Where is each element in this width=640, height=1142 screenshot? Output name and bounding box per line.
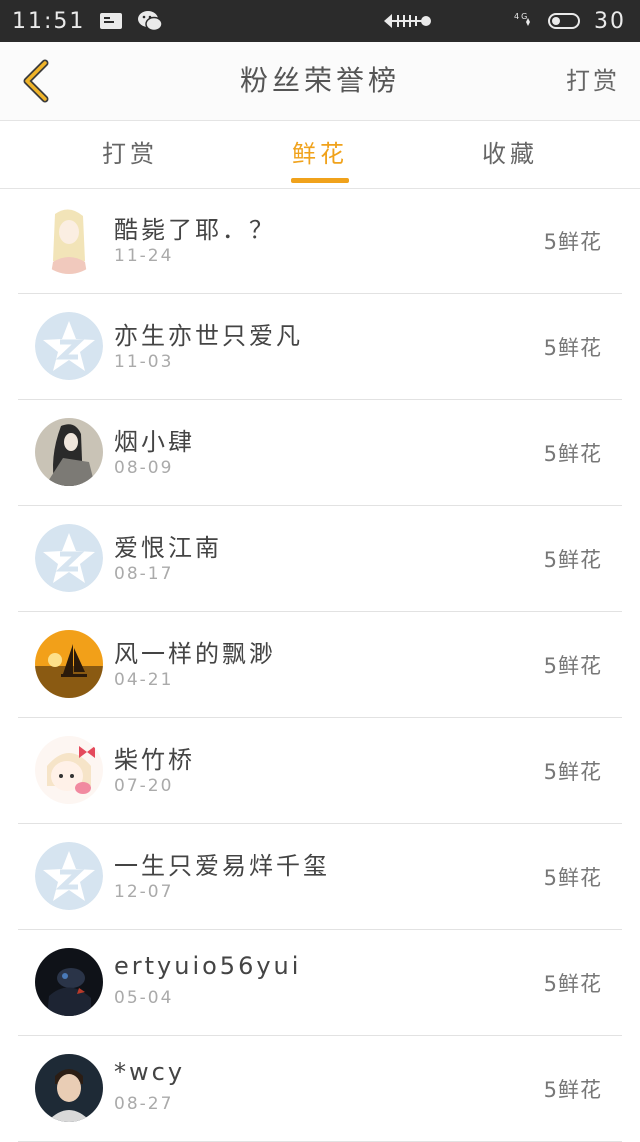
fan-date: 08-09 — [114, 458, 174, 478]
cartoon-girl-avatar — [35, 736, 103, 804]
fan-name: ertyuio56yui — [114, 952, 302, 980]
anime-girl-avatar — [35, 206, 103, 274]
fan-row[interactable]: 亦生亦世只爱凡 11-03 5鲜花 — [18, 294, 622, 400]
fan-name: *wcy — [114, 1058, 186, 1086]
flower-count: 5鲜花 — [543, 972, 602, 996]
fan-row[interactable]: ertyuio56yui 05-04 5鲜花 — [18, 930, 622, 1036]
sunset-boat-avatar — [35, 630, 103, 698]
default-avatar — [35, 524, 103, 592]
fan-name: 亦生亦世只爱凡 — [114, 322, 303, 350]
fan-date: 11-03 — [114, 352, 174, 372]
page-title: 粉丝荣誉榜 — [239, 64, 400, 97]
fan-list: 酷毙了耶．？ 11-24 5鲜花 亦生亦世只爱凡 11-03 5鲜花 烟小肆 0… — [0, 188, 640, 1142]
fan-date: 08-27 — [114, 1094, 174, 1114]
default-avatar — [35, 312, 103, 380]
header-bar: 粉丝荣誉榜 打赏 — [0, 42, 640, 121]
reward-button[interactable]: 打赏 — [566, 42, 620, 120]
fan-date: 05-04 — [114, 988, 174, 1008]
moon-icon — [446, 10, 486, 32]
fan-name: 爱恨江南 — [114, 534, 222, 562]
fan-date: 08-17 — [114, 564, 174, 584]
fan-row[interactable]: *wcy 08-27 5鲜花 — [18, 1036, 622, 1142]
fan-name: 酷毙了耶．？ — [114, 216, 276, 244]
fan-date: 12-07 — [114, 882, 174, 902]
sim-card-icon — [99, 12, 123, 30]
flower-count: 5鲜花 — [543, 654, 602, 678]
wechat-icon — [137, 10, 164, 32]
portrait-avatar — [35, 1054, 103, 1122]
fan-row[interactable]: 爱恨江南 08-17 5鲜花 — [18, 506, 622, 612]
flower-count: 5鲜花 — [543, 760, 602, 784]
tab-favorites[interactable]: 收藏 — [430, 121, 590, 188]
default-avatar — [35, 842, 103, 910]
status-bar: 11:51 4G 30 — [0, 0, 640, 42]
fan-row[interactable]: 柴竹桥 07-20 5鲜花 — [18, 718, 622, 824]
fan-name: 一生只爱易烊千玺 — [114, 852, 330, 880]
fan-date: 04-21 — [114, 670, 174, 690]
fan-name: 烟小肆 — [114, 428, 195, 456]
dark-scene-avatar — [35, 948, 103, 1016]
flower-count: 5鲜花 — [543, 866, 602, 890]
battery-level: 30 — [594, 8, 626, 34]
battery-icon — [548, 13, 580, 29]
active-tab-indicator — [291, 178, 349, 183]
fan-row[interactable]: 风一样的飘渺 04-21 5鲜花 — [18, 612, 622, 718]
tab-reward[interactable]: 打赏 — [50, 121, 210, 188]
flower-count: 5鲜花 — [543, 336, 602, 360]
fan-name: 风一样的飘渺 — [114, 640, 276, 668]
signal-4g-icon: 4G — [500, 10, 534, 32]
fan-row[interactable]: 酷毙了耶．？ 11-24 5鲜花 — [18, 188, 622, 294]
fan-row[interactable]: 烟小肆 08-09 5鲜花 — [18, 400, 622, 506]
fishbone-icon — [382, 11, 432, 31]
fan-name: 柴竹桥 — [114, 746, 195, 774]
svg-text:4G: 4G — [514, 12, 529, 21]
flower-count: 5鲜花 — [543, 442, 602, 466]
flower-count: 5鲜花 — [543, 230, 602, 254]
fan-date: 07-20 — [114, 776, 174, 796]
flower-count: 5鲜花 — [543, 1078, 602, 1102]
fan-date: 11-24 — [114, 246, 174, 266]
fan-row[interactable]: 一生只爱易烊千玺 12-07 5鲜花 — [18, 824, 622, 930]
ink-painting-avatar — [35, 418, 103, 486]
flower-count: 5鲜花 — [543, 548, 602, 572]
status-time: 11:51 — [12, 8, 86, 34]
